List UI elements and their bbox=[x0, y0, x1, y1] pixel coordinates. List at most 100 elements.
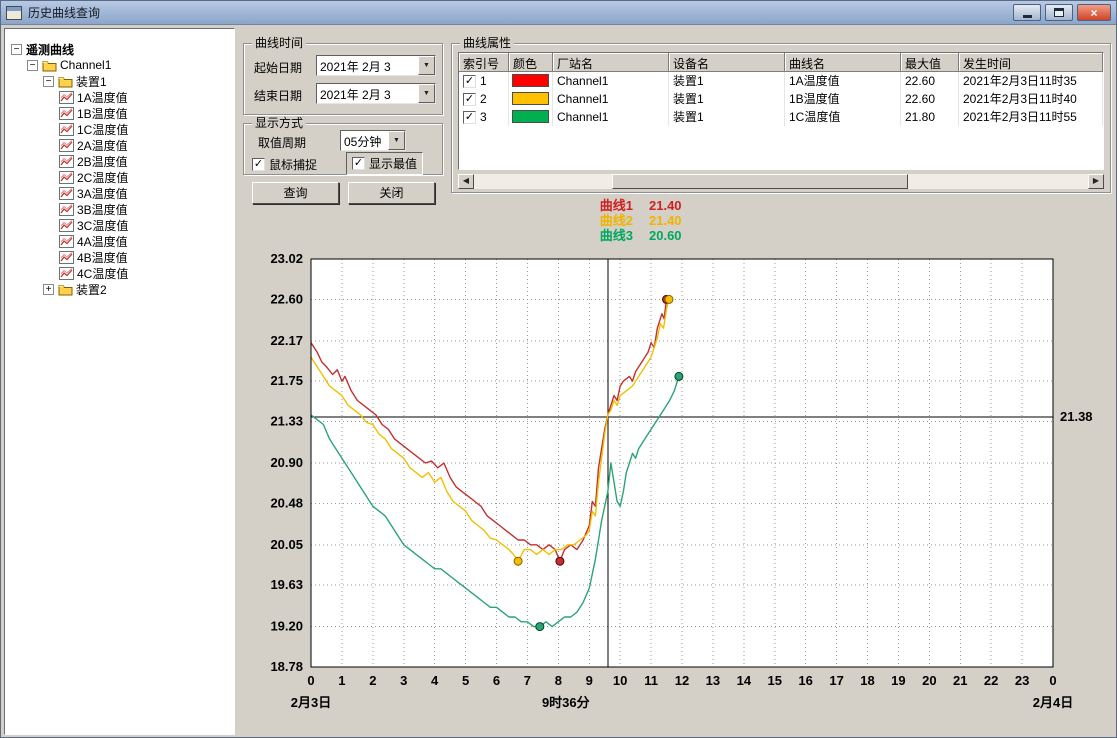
legend-label: 曲线1 bbox=[579, 198, 633, 213]
curve-tree: −遥测曲线−Channel1−装置11A温度值1B温度值1C温度值2A温度值2B… bbox=[5, 41, 234, 297]
row-checkbox[interactable]: ✓ bbox=[463, 93, 476, 106]
scrollbar-thumb[interactable] bbox=[612, 174, 908, 189]
tree-item-label: 3B温度值 bbox=[77, 201, 128, 218]
show-extremes-checkbox[interactable]: ✓ 显示最值 bbox=[346, 152, 423, 175]
tree-item-Channel1[interactable]: − Channel1 bbox=[5, 57, 234, 73]
tree-item-label: 遥测曲线 bbox=[26, 41, 74, 58]
query-button[interactable]: 查询 bbox=[252, 182, 339, 204]
end-date-dropdown-button[interactable]: ▼ bbox=[418, 84, 435, 103]
cell-curve: 1C温度值 bbox=[785, 108, 901, 126]
end-date-select[interactable]: 2021年 2月 3 ▼ bbox=[316, 83, 436, 104]
checkbox-check-icon[interactable]: ✓ bbox=[252, 158, 265, 171]
x-tick-label: 5 bbox=[462, 673, 469, 688]
tree-item-2C温度值[interactable]: 2C温度值 bbox=[5, 169, 234, 185]
cell-curve: 1A温度值 bbox=[785, 72, 901, 90]
row-checkbox[interactable]: ✓ bbox=[463, 111, 476, 124]
folder-icon bbox=[58, 75, 73, 88]
show-extremes-label: 显示最值 bbox=[369, 155, 417, 172]
close-button[interactable]: 关闭 bbox=[348, 182, 435, 204]
table-row[interactable]: ✓3Channel1装置11C温度值21.802021年2月3日11时55 bbox=[459, 108, 1103, 126]
tree-item-label: 4A温度值 bbox=[77, 233, 128, 250]
start-date-value: 2021年 2月 3 bbox=[317, 56, 418, 75]
scroll-left-button[interactable]: ◀ bbox=[458, 174, 474, 189]
chart-icon bbox=[59, 267, 74, 280]
curve-properties-group: 曲线属性 索引号颜色厂站名设备名曲线名最大值发生时间 ✓1Channel1装置1… bbox=[451, 43, 1111, 193]
chart-icon bbox=[59, 171, 74, 184]
chart-icon bbox=[59, 251, 74, 264]
history-curve-chart[interactable]: 18.7819.2019.6320.0520.4820.9021.3321.75… bbox=[239, 245, 1115, 737]
row-checkbox[interactable]: ✓ bbox=[463, 75, 476, 88]
tree-item-label: 4C温度值 bbox=[77, 265, 128, 282]
extreme-marker bbox=[514, 557, 522, 565]
curve-color-swatch bbox=[512, 74, 549, 87]
curve-color-swatch bbox=[512, 92, 549, 105]
close-icon: × bbox=[1090, 6, 1097, 20]
tree-item-label: Channel1 bbox=[60, 58, 111, 72]
tree-item-4B温度值[interactable]: 4B温度值 bbox=[5, 249, 234, 265]
x-tick-label: 13 bbox=[706, 673, 720, 688]
chart-icon bbox=[59, 155, 74, 168]
scroll-right-button[interactable]: ▶ bbox=[1088, 174, 1104, 189]
start-date-dropdown-button[interactable]: ▼ bbox=[418, 56, 435, 75]
window-title: 历史曲线查询 bbox=[28, 4, 100, 21]
tree-item-1B温度值[interactable]: 1B温度值 bbox=[5, 105, 234, 121]
tree-item-3B温度值[interactable]: 3B温度值 bbox=[5, 201, 234, 217]
x-tick-label: 7 bbox=[524, 673, 531, 688]
collapse-icon[interactable]: − bbox=[43, 76, 54, 87]
tree-item-label: 装置1 bbox=[76, 73, 107, 90]
start-date-select[interactable]: 2021年 2月 3 ▼ bbox=[316, 55, 436, 76]
tree-item-装置2[interactable]: +装置2 bbox=[5, 281, 234, 297]
period-dropdown-button[interactable]: ▼ bbox=[388, 131, 405, 150]
y-tick-label: 22.17 bbox=[270, 333, 303, 348]
close-window-button[interactable]: × bbox=[1077, 4, 1111, 21]
tree-item-label: 1C温度值 bbox=[77, 121, 128, 138]
tree-item-2A温度值[interactable]: 2A温度值 bbox=[5, 137, 234, 153]
collapse-icon[interactable]: − bbox=[27, 60, 38, 71]
tree-item-label: 1B温度值 bbox=[77, 105, 128, 122]
row-index: 2 bbox=[480, 90, 487, 108]
tree-item-3C温度值[interactable]: 3C温度值 bbox=[5, 217, 234, 233]
curve-properties-table: 索引号颜色厂站名设备名曲线名最大值发生时间 ✓1Channel1装置11A温度值… bbox=[458, 52, 1104, 170]
minimize-button[interactable] bbox=[1013, 4, 1041, 21]
legend-label: 曲线2 bbox=[579, 213, 633, 228]
app-window: 历史曲线查询 × −遥测曲线−Channel1−装置11A温度值1B温度值1C温… bbox=[0, 0, 1117, 738]
titlebar: 历史曲线查询 × bbox=[1, 1, 1116, 25]
extreme-marker bbox=[675, 372, 683, 380]
maximize-icon bbox=[1054, 8, 1064, 17]
column-header: 索引号 bbox=[459, 53, 509, 72]
scrollbar-track[interactable] bbox=[474, 174, 1088, 189]
tree-item-1A温度值[interactable]: 1A温度值 bbox=[5, 89, 234, 105]
tree-item-label: 2A温度值 bbox=[77, 137, 128, 154]
expand-icon[interactable]: + bbox=[43, 284, 54, 295]
y-tick-label: 19.20 bbox=[270, 619, 303, 634]
minimize-icon bbox=[1023, 15, 1032, 18]
table-row[interactable]: ✓1Channel1装置11A温度值22.602021年2月3日11时35 bbox=[459, 72, 1103, 90]
chart-icon bbox=[59, 235, 74, 248]
period-select[interactable]: 05分钟 ▼ bbox=[340, 130, 406, 151]
curve-properties-group-title: 曲线属性 bbox=[460, 37, 514, 49]
tree-item-4A温度值[interactable]: 4A温度值 bbox=[5, 233, 234, 249]
table-row[interactable]: ✓2Channel1装置11B温度值22.602021年2月3日11时40 bbox=[459, 90, 1103, 108]
checkbox-check-icon[interactable]: ✓ bbox=[352, 157, 365, 170]
maximize-button[interactable] bbox=[1045, 4, 1073, 21]
x-tick-label: 21 bbox=[953, 673, 967, 688]
y-tick-label: 19.63 bbox=[270, 577, 303, 592]
tree-item-1C温度值[interactable]: 1C温度值 bbox=[5, 121, 234, 137]
mouse-capture-checkbox[interactable]: ✓ 鼠标捕捉 bbox=[252, 156, 317, 173]
tree-item-装置1[interactable]: − 装置1 bbox=[5, 73, 234, 89]
tree-item-label: 2C温度值 bbox=[77, 169, 128, 186]
folder-icon bbox=[58, 283, 73, 296]
table-header-row: 索引号颜色厂站名设备名曲线名最大值发生时间 bbox=[459, 53, 1103, 72]
y-tick-label: 20.90 bbox=[270, 455, 303, 470]
x-tick-label: 9 bbox=[586, 673, 593, 688]
tree-item-3A温度值[interactable]: 3A温度值 bbox=[5, 185, 234, 201]
x-tick-label: 0 bbox=[1049, 673, 1056, 688]
tree-item-遥测曲线[interactable]: −遥测曲线 bbox=[5, 41, 234, 57]
column-header: 颜色 bbox=[509, 53, 553, 72]
tree-item-4C温度值[interactable]: 4C温度值 bbox=[5, 265, 234, 281]
date-label-left: 2月3日 bbox=[291, 695, 331, 710]
collapse-icon[interactable]: − bbox=[11, 44, 22, 55]
horizontal-scrollbar[interactable]: ◀ ▶ bbox=[458, 174, 1104, 189]
tree-item-2B温度值[interactable]: 2B温度值 bbox=[5, 153, 234, 169]
y-tick-label: 20.48 bbox=[270, 495, 303, 510]
